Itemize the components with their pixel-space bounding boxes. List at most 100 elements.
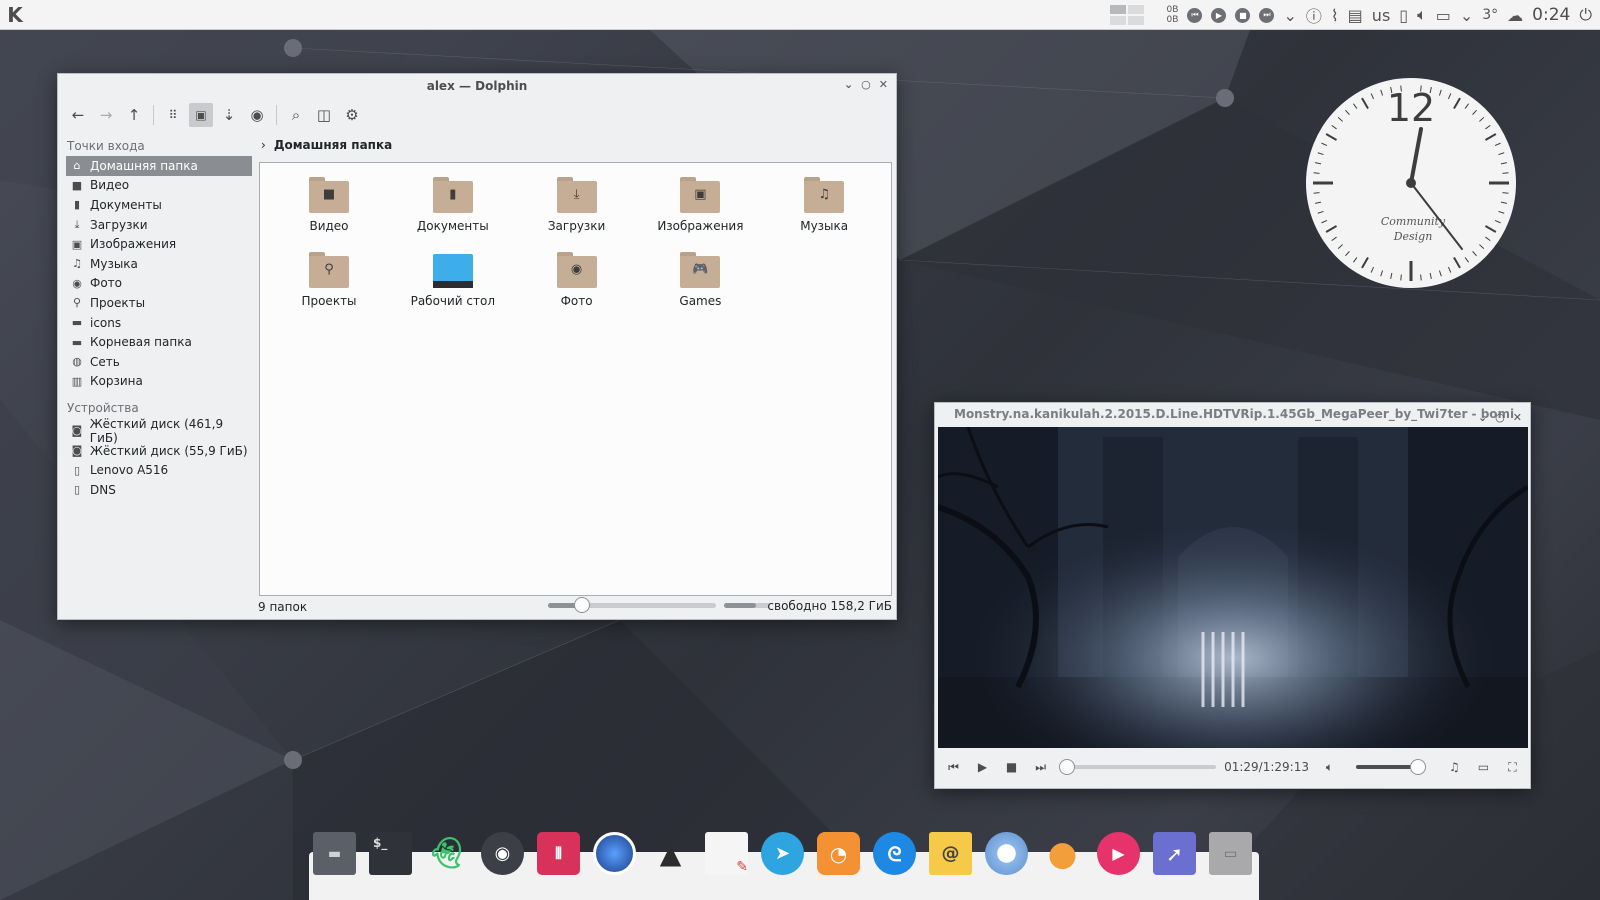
ghost-app-icon[interactable]: 👻︎ xyxy=(425,832,468,875)
desktop-3[interactable] xyxy=(1109,16,1126,25)
github-icon[interactable]: ◉ xyxy=(481,832,524,875)
desktop-2[interactable] xyxy=(1127,5,1144,14)
chevron-down-icon[interactable]: ⌄ xyxy=(1283,6,1296,25)
next-track-icon[interactable]: ⏭ xyxy=(1259,7,1275,23)
pointer-app-icon[interactable]: ➚ xyxy=(1153,832,1196,875)
next-track-icon[interactable]: ⏭ xyxy=(1026,760,1055,775)
ftp-client-icon[interactable]: ᘓ xyxy=(873,832,916,875)
weather-temperature[interactable]: 3° xyxy=(1482,7,1498,23)
notifications-icon[interactable]: ⓘ xyxy=(1306,3,1322,27)
power-icon[interactable]: ⏻ xyxy=(1579,5,1592,25)
volume-icon[interactable]: 🔈︎ xyxy=(1315,760,1344,775)
folder-item[interactable]: ▣ Изображения xyxy=(640,177,760,233)
inkscape-icon[interactable]: ▲ xyxy=(649,832,692,875)
previous-track-icon[interactable]: ⏮ xyxy=(1187,7,1203,23)
folder-item[interactable]: 🎮 Games xyxy=(640,252,760,308)
virtual-desktop-pager[interactable] xyxy=(1109,5,1144,25)
display-icon[interactable]: ▭ xyxy=(1436,6,1451,25)
desktop-4[interactable] xyxy=(1127,16,1144,25)
folder-item[interactable]: ⤓ Загрузки xyxy=(517,177,637,233)
video-frame[interactable] xyxy=(938,427,1528,748)
panel-clock[interactable]: 0:24 xyxy=(1532,5,1570,25)
breadcrumb[interactable]: › Домашняя папка xyxy=(261,138,392,152)
close-icon[interactable]: ✕ xyxy=(1513,407,1522,429)
telegram-icon[interactable]: ➤ xyxy=(761,832,804,875)
file-view[interactable]: ■ Видео ▮ Документы ⤓ Загрузки ▣ Изображения ♫ Му… xyxy=(259,162,892,596)
folder-item[interactable]: ◉ Фото xyxy=(517,252,637,308)
weather-cloud-icon[interactable]: ☁ xyxy=(1507,6,1523,25)
analog-clock-widget[interactable]: 12 Community Design xyxy=(1305,77,1517,289)
folder-item[interactable]: ♫ Музыка xyxy=(764,177,884,233)
places-item[interactable]: ⌂ Домашняя папка xyxy=(66,156,252,176)
terminal-icon[interactable]: $_ xyxy=(369,832,412,875)
mail-client-icon[interactable]: @ xyxy=(929,832,972,875)
application-launcher-icon[interactable]: K xyxy=(0,0,30,30)
file-manager-icon[interactable]: ▭ xyxy=(1209,832,1252,875)
desktop-1[interactable] xyxy=(1109,5,1126,14)
details-view-icon[interactable]: ⇣ xyxy=(217,103,241,127)
ksnip-app-icon[interactable]: ● xyxy=(1041,832,1084,875)
places-item[interactable]: ◉ Фото xyxy=(66,274,252,294)
forward-arrow-icon[interactable]: → xyxy=(94,103,118,127)
places-item[interactable]: ▣ Изображения xyxy=(66,234,252,254)
seek-slider-handle[interactable] xyxy=(1059,759,1076,775)
settings-gear-icon[interactable]: ⚙ xyxy=(340,103,364,127)
places-item[interactable]: ▬ icons xyxy=(66,313,252,333)
preview-eye-icon[interactable]: ◉ xyxy=(245,103,269,127)
zoom-slider-handle[interactable] xyxy=(573,597,590,613)
stop-icon[interactable]: ■ xyxy=(997,760,1026,774)
player-titlebar[interactable]: Monstry.na.kanikulah.2.2015.D.Line.HDTVR… xyxy=(935,403,1530,425)
keyboard-layout[interactable]: us xyxy=(1372,6,1390,25)
places-item[interactable]: ▬ Корневая папка xyxy=(66,332,252,352)
zoom-slider[interactable] xyxy=(548,597,716,613)
places-item[interactable]: ◍ Сеть xyxy=(66,352,252,372)
volume-slider[interactable] xyxy=(1356,759,1426,775)
rss-reader-icon[interactable]: ◔ xyxy=(817,832,860,875)
volume-icon[interactable]: 🔈︎ xyxy=(1417,5,1427,25)
media-player-icon[interactable]: ▶ xyxy=(1097,832,1140,875)
maximize-icon[interactable]: ○ xyxy=(861,78,871,91)
keyboard-app-icon[interactable]: ▬ xyxy=(313,832,356,875)
minimize-icon[interactable]: ⌄ xyxy=(844,78,853,91)
icons-view-icon[interactable]: ⠿ xyxy=(161,103,185,127)
previous-track-icon[interactable]: ⏮ xyxy=(939,760,968,775)
folder-item[interactable]: Рабочий стол xyxy=(393,252,513,308)
seek-slider[interactable] xyxy=(1059,759,1217,775)
dolphin-titlebar[interactable]: alex — Dolphin ⌄ ○ ✕ xyxy=(58,74,896,98)
folder-item[interactable]: ⚲ Проекты xyxy=(269,252,389,308)
close-icon[interactable]: ✕ xyxy=(879,78,888,91)
devices-item[interactable]: ▯ Lenovo A516 xyxy=(66,460,252,480)
play-icon[interactable]: ▶ xyxy=(968,760,997,774)
compact-view-icon[interactable]: ▣ xyxy=(189,103,213,127)
subtitles-icon[interactable]: ▭ xyxy=(1469,760,1498,774)
fullscreen-icon[interactable]: ⛶ xyxy=(1498,760,1527,775)
maximize-icon[interactable]: ○ xyxy=(1495,407,1505,429)
audio-track-icon[interactable]: ♫ xyxy=(1440,760,1469,774)
places-item[interactable]: ⚲ Проекты xyxy=(66,293,252,313)
search-icon[interactable]: ⌕ xyxy=(284,103,308,127)
tray-expand-icon[interactable]: ⌄ xyxy=(1460,6,1473,25)
web-browser-icon[interactable] xyxy=(593,832,636,875)
clipboard-icon[interactable]: ⌇ xyxy=(1331,6,1339,25)
places-item[interactable]: ♫ Музыка xyxy=(66,254,252,274)
play-icon[interactable]: ▶ xyxy=(1211,7,1227,23)
minimize-icon[interactable]: ⌄ xyxy=(1478,407,1487,429)
split-view-icon[interactable]: ◫ xyxy=(312,103,336,127)
mixer-icon[interactable]: ⦀ xyxy=(537,832,580,875)
places-item[interactable]: ▮ Документы xyxy=(66,195,252,215)
device-notifier-icon[interactable]: ▯ xyxy=(1399,6,1408,25)
package-updates-icon[interactable]: ▤ xyxy=(1348,6,1363,25)
places-item[interactable]: ⤓ Загрузки xyxy=(66,215,252,235)
breadcrumb-home[interactable]: Домашняя папка xyxy=(274,138,392,152)
devices-item[interactable]: ◙ Жёсткий диск (55,9 ГиБ) xyxy=(66,441,252,461)
up-arrow-icon[interactable]: ↑ xyxy=(122,103,146,127)
volume-slider-handle[interactable] xyxy=(1409,759,1426,775)
places-item[interactable]: ▥ Корзина xyxy=(66,372,252,392)
chromium-icon[interactable] xyxy=(985,832,1028,875)
folder-item[interactable]: ■ Видео xyxy=(269,177,389,233)
devices-item[interactable]: ▯ DNS xyxy=(66,480,252,500)
devices-item[interactable]: ◙ Жёсткий диск (461,9 ГиБ) xyxy=(66,417,252,445)
back-arrow-icon[interactable]: ← xyxy=(66,103,90,127)
stop-icon[interactable]: ■ xyxy=(1235,7,1251,23)
places-item[interactable]: ■ Видео xyxy=(66,176,252,196)
